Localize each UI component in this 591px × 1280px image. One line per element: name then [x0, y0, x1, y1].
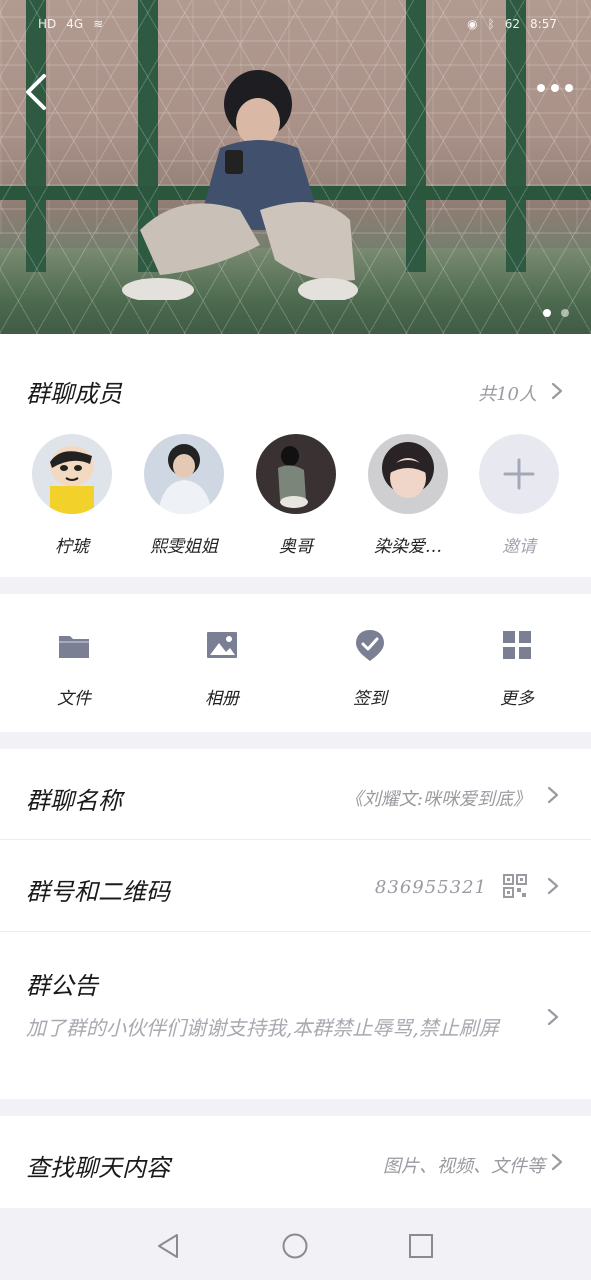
- signal-label: 4G: [66, 17, 84, 31]
- search-chat-label: 查找聊天内容: [26, 1154, 170, 1182]
- group-cover-photo[interactable]: HD 4G ≋ ◉ ᛒ 62 8:57: [0, 0, 591, 334]
- tool-label: 相册: [205, 689, 239, 709]
- status-bar: HD 4G ≋ ◉ ᛒ 62 8:57: [38, 12, 557, 36]
- tool-label: 文件: [57, 689, 91, 709]
- album-button[interactable]: 相册: [182, 628, 262, 709]
- time: 8:57: [530, 17, 557, 31]
- member-count[interactable]: 共10人: [478, 380, 537, 406]
- image-icon: [207, 632, 237, 658]
- battery-level: 62: [504, 17, 521, 31]
- group-notice-text: 加了群的小伙伴们谢谢支持我,本群禁止辱骂,禁止刷屏: [26, 1016, 499, 1040]
- wifi-icon: ≋: [93, 17, 104, 31]
- group-settings-list: 群聊名称 《刘耀文:咪咪爱到底》 群号和二维码 836955321 群公告 加了…: [0, 749, 591, 1099]
- member-name: 柠琥: [55, 537, 89, 557]
- member-item[interactable]: 奥哥: [256, 434, 336, 557]
- search-chat-row[interactable]: 查找聊天内容 图片、视频、文件等: [0, 1116, 591, 1208]
- folder-icon: [59, 636, 89, 658]
- files-button[interactable]: 文件: [34, 628, 114, 709]
- avatar: [368, 434, 448, 514]
- members-title: 群聊成员: [26, 380, 122, 408]
- system-nav-bar: [0, 1212, 591, 1280]
- person-photo: [122, 70, 358, 300]
- more-options-icon[interactable]: [537, 84, 573, 92]
- group-name-row[interactable]: 群聊名称 《刘耀文:咪咪爱到底》: [0, 749, 591, 839]
- member-item[interactable]: 熙雯姐姐: [144, 434, 224, 557]
- tool-label: 更多: [500, 689, 534, 709]
- invite-member-button[interactable]: 邀请: [479, 434, 559, 557]
- member-item[interactable]: 柠琥: [32, 434, 112, 557]
- carousel-dot-active: [543, 309, 551, 317]
- eye-icon: ◉: [467, 17, 478, 31]
- members-card: 群聊成员 共10人 柠琥 熙雯姐姐 奥哥 染染爱… 邀请: [0, 334, 591, 577]
- bluetooth-icon: ᛒ: [487, 17, 495, 31]
- member-name: 奥哥: [279, 537, 313, 557]
- nav-recents-icon[interactable]: [407, 1232, 435, 1260]
- chevron-right-icon: [547, 786, 559, 804]
- avatar: [256, 434, 336, 514]
- carousel-dot: [561, 309, 569, 317]
- group-id-value: 836955321: [374, 877, 487, 898]
- check-badge-icon: [356, 630, 384, 661]
- avatar: [32, 434, 112, 514]
- member-item[interactable]: 染染爱…: [368, 434, 448, 557]
- network-badge: HD: [38, 17, 57, 31]
- more-tools-button[interactable]: 更多: [477, 628, 557, 709]
- qr-code-icon[interactable]: [503, 874, 527, 898]
- nav-home-icon[interactable]: [281, 1232, 309, 1260]
- avatar: [144, 434, 224, 514]
- chevron-right-icon[interactable]: [551, 382, 563, 400]
- tool-label: 签到: [353, 689, 387, 709]
- search-chat-hint: 图片、视频、文件等: [383, 1156, 545, 1177]
- chevron-right-icon: [547, 877, 559, 895]
- tools-card: 文件 相册 签到 更多: [0, 594, 591, 732]
- group-id-label: 群号和二维码: [26, 878, 170, 906]
- checkin-button[interactable]: 签到: [330, 628, 410, 709]
- invite-label: 邀请: [502, 537, 536, 557]
- nav-back-icon[interactable]: [155, 1232, 183, 1260]
- member-name: 染染爱…: [374, 537, 442, 557]
- member-name: 熙雯姐姐: [150, 537, 218, 557]
- plus-icon: [479, 434, 559, 514]
- chevron-right-icon: [551, 1153, 563, 1171]
- back-icon[interactable]: [22, 72, 52, 112]
- group-name-label: 群聊名称: [26, 787, 122, 815]
- group-id-row[interactable]: 群号和二维码 836955321: [0, 840, 591, 931]
- group-name-value: 《刘耀文:咪咪爱到底》: [344, 789, 531, 810]
- group-notice-label: 群公告: [26, 972, 98, 1000]
- carousel-indicator: [543, 309, 569, 317]
- chevron-right-icon: [547, 1008, 559, 1026]
- grid-icon: [503, 631, 531, 659]
